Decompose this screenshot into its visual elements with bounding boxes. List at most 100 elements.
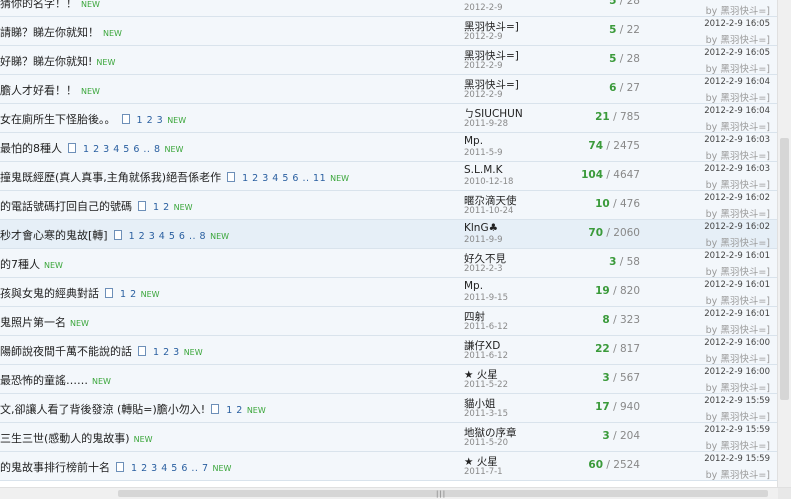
last-post-by[interactable]: by 黑羽快斗=] <box>706 351 770 365</box>
last-post-date[interactable]: 2012-2-9 15:59 <box>704 425 770 435</box>
thread-title-cell: 撞鬼既經歷(真人真事,主角就係我)絕吾係老作 1 2 3 4 5 6 .. 11 N… <box>0 169 349 185</box>
reply-count: 17 <box>595 401 610 413</box>
thread-row[interactable]: 請睇？睇左你就知！ NEW 黑羽快斗=] 2012-2-9 5 / 22 2012-2-9… <box>0 17 778 46</box>
page-links[interactable]: 1 2 3 4 5 6 .. 8 <box>83 144 161 155</box>
horizontal-scrollbar[interactable]: ||| <box>0 487 791 499</box>
last-post-by[interactable]: by 黑羽快斗=] <box>706 177 770 191</box>
new-badge: NEW <box>164 145 184 154</box>
thread-title-link[interactable]: 請睇？睇左你就知！ <box>0 26 99 39</box>
thread-title-link[interactable]: 三生三世(感動人的鬼故事) <box>0 432 130 445</box>
reply-count: 104 <box>581 169 604 181</box>
thread-title-link[interactable]: 陽師說夜間千萬不能說的話 <box>0 345 132 358</box>
last-post-date[interactable]: 2012-2-9 16:05 <box>704 48 770 58</box>
thread-title-link[interactable]: 猜你的名字！！ <box>0 0 77 10</box>
thread-title-link[interactable]: 孩與女鬼的經典對話 <box>0 287 99 300</box>
last-post-by[interactable]: by 黑羽快斗=] <box>706 3 770 17</box>
thread-row[interactable]: 陽師說夜間千萬不能說的話 1 2 3 NEW 謙仔XD 2011-6-12 22 / 81… <box>0 336 778 365</box>
thread-title-link[interactable]: 最怕的8種人 <box>0 142 62 155</box>
view-count: 476 <box>619 198 640 210</box>
author-name[interactable]: KlnG♣ <box>464 222 498 234</box>
thread-title-link[interactable]: 女在廁所生下怪胎後。。 <box>0 113 116 126</box>
last-post-date[interactable]: 2012-2-9 16:00 <box>704 338 770 348</box>
last-post-date[interactable]: 2012-2-9 16:03 <box>704 164 770 174</box>
thread-row[interactable]: 的電話號碼打回自己的號碼 1 2 NEW 暱尕滴天使 2011-10-24 10 / 47… <box>0 191 778 220</box>
thread-row[interactable]: 好睇？睇左你就知! NEW 黑羽快斗=] 2012-2-9 5 / 28 2012-2-9… <box>0 46 778 75</box>
stats-separator: / <box>616 53 627 65</box>
last-post-date[interactable]: 2012-2-9 16:01 <box>704 280 770 290</box>
thread-row[interactable]: 的鬼故事排行榜前十名 1 2 3 4 5 6 .. 7 NEW ★ 火星 2011-7-… <box>0 452 778 481</box>
last-post-by[interactable]: by 黑羽快斗=] <box>706 119 770 133</box>
new-badge: NEW <box>140 290 160 299</box>
scrollbar-corner <box>778 488 791 499</box>
last-post-date[interactable]: 2012-2-9 16:00 <box>704 367 770 377</box>
author-name[interactable]: Mp. <box>464 280 483 292</box>
stats-separator: / <box>609 343 620 355</box>
thread-title-link[interactable]: 的電話號碼打回自己的號碼 <box>0 200 132 213</box>
thread-title-link[interactable]: 鬼照片第一名 <box>0 316 66 329</box>
horizontal-scrollbar-thumb[interactable]: ||| <box>118 490 768 498</box>
last-post-by[interactable]: by 黑羽快斗=] <box>706 235 770 249</box>
last-post-date[interactable]: 2012-2-9 16:03 <box>704 135 770 145</box>
page-links[interactable]: 1 2 3 <box>137 115 164 126</box>
thread-row[interactable]: 秒才會心寒的鬼故[轉] 1 2 3 4 5 6 .. 8 NEW KlnG♣ 2011-… <box>0 220 778 249</box>
last-post-by[interactable]: by 黑羽快斗=] <box>706 90 770 104</box>
page-links[interactable]: 1 2 3 4 5 6 .. 7 <box>131 463 209 474</box>
last-post-by[interactable]: by 黑羽快斗=] <box>706 206 770 220</box>
author-name[interactable]: Mp. <box>464 135 483 147</box>
page-links[interactable]: 1 2 <box>120 289 137 300</box>
last-post-date[interactable]: 2012-2-9 16:02 <box>704 193 770 203</box>
last-post-date[interactable]: 2012-2-9 16:02 <box>704 222 770 232</box>
last-post-date[interactable]: 2012-2-9 16:01 <box>704 251 770 261</box>
last-post-by[interactable]: by 黑羽快斗=] <box>706 409 770 423</box>
page-links[interactable]: 1 2 <box>153 202 170 213</box>
page-links[interactable]: 1 2 3 <box>153 347 180 358</box>
thread-title-link[interactable]: 秒才會心寒的鬼故[轉] <box>0 229 108 242</box>
last-post-by[interactable]: by 黑羽快斗=] <box>706 293 770 307</box>
thread-row[interactable]: 的7種人 NEW 好久不見 2012-2-3 3 / 58 2012-2-9 16:01 b… <box>0 249 778 278</box>
last-post-date[interactable]: 2012-2-9 15:59 <box>704 396 770 406</box>
last-post-by[interactable]: by 黑羽快斗=] <box>706 322 770 336</box>
thread-title-link[interactable]: 文,卻讓人看了背後發涼 (轉貼=)膽小勿入! <box>0 403 205 416</box>
last-post-by[interactable]: by 黑羽快斗=] <box>706 32 770 46</box>
stats-separator: / <box>609 372 620 384</box>
last-post-by[interactable]: by 黑羽快斗=] <box>706 61 770 75</box>
vertical-scrollbar[interactable] <box>777 0 791 488</box>
thread-title-link[interactable]: 最恐怖的童謠…… <box>0 374 88 387</box>
thread-row[interactable]: 孩與女鬼的經典對話 1 2 NEW Mp. 2011-9-15 19 / 820 2012-… <box>0 278 778 307</box>
last-post-date[interactable]: 2012-2-9 16:05 <box>704 19 770 29</box>
page-links[interactable]: 1 2 <box>226 405 243 416</box>
thread-row[interactable]: 膽人才好看！！ NEW 黑羽快斗=] 2012-2-9 6 / 27 2012-2-9 1… <box>0 75 778 104</box>
page-links[interactable]: 1 2 3 4 5 6 .. 8 <box>129 231 207 242</box>
last-post-by[interactable]: by 黑羽快斗=] <box>706 380 770 394</box>
last-post-by[interactable]: by 黑羽快斗=] <box>706 467 770 481</box>
last-post-date[interactable]: 2012-2-9 16:01 <box>704 309 770 319</box>
thread-row[interactable]: 猜你的名字！！ NEW 2012-2-9 5 / 28 by 黑羽快斗=] <box>0 0 778 17</box>
author-name[interactable]: S.L.M.K <box>464 164 502 176</box>
view-count: 567 <box>619 372 640 384</box>
last-post-by[interactable]: by 黑羽快斗=] <box>706 264 770 278</box>
thread-title-cell: 的7種人 NEW <box>0 256 63 272</box>
reply-view-stats: 10 / 476 <box>560 198 640 210</box>
last-post-date[interactable]: 2012-2-9 15:59 <box>704 454 770 464</box>
page-links[interactable]: 1 2 3 4 5 6 .. 11 <box>242 173 326 184</box>
thread-title-link[interactable]: 的鬼故事排行榜前十名 <box>0 461 110 474</box>
thread-row[interactable]: 最恐怖的童謠…… NEW ★ 火星 2011-5-22 3 / 567 2012-2-9 … <box>0 365 778 394</box>
thread-row[interactable]: 最怕的8種人 1 2 3 4 5 6 .. 8 NEW Mp. 2011-5-9 74 /… <box>0 133 778 162</box>
last-post-date[interactable]: 2012-2-9 16:04 <box>704 77 770 87</box>
thread-title-link[interactable]: 的7種人 <box>0 258 40 271</box>
thread-title-link[interactable]: 好睇？睇左你就知! <box>0 55 92 68</box>
thread-row[interactable]: 女在廁所生下怪胎後。。 1 2 3 NEW ㄅSIUCHUN 2011-9-28 21 /… <box>0 104 778 133</box>
thread-row[interactable]: 文,卻讓人看了背後發涼 (轉貼=)膽小勿入! 1 2 NEW 貓小姐 2011-3-15… <box>0 394 778 423</box>
last-post-by[interactable]: by 黑羽快斗=] <box>706 148 770 162</box>
thread-row[interactable]: 撞鬼既經歷(真人真事,主角就係我)絕吾係老作 1 2 3 4 5 6 .. 11 N… <box>0 162 778 191</box>
multipage-icon <box>105 288 113 298</box>
new-badge: NEW <box>96 58 116 67</box>
thread-row[interactable]: 三生三世(感動人的鬼故事) NEW 地獄の序章 2011-5-20 3 / 204 201… <box>0 423 778 452</box>
thread-title-link[interactable]: 膽人才好看！！ <box>0 84 77 97</box>
vertical-scrollbar-thumb[interactable] <box>780 138 789 400</box>
multipage-icon <box>116 462 124 472</box>
thread-row[interactable]: 鬼照片第一名 NEW 四射 2011-6-12 8 / 323 2012-2-9 16:0… <box>0 307 778 336</box>
thread-title-link[interactable]: 撞鬼既經歷(真人真事,主角就係我)絕吾係老作 <box>0 171 221 184</box>
last-post-date[interactable]: 2012-2-9 16:04 <box>704 106 770 116</box>
last-post-by[interactable]: by 黑羽快斗=] <box>706 438 770 452</box>
